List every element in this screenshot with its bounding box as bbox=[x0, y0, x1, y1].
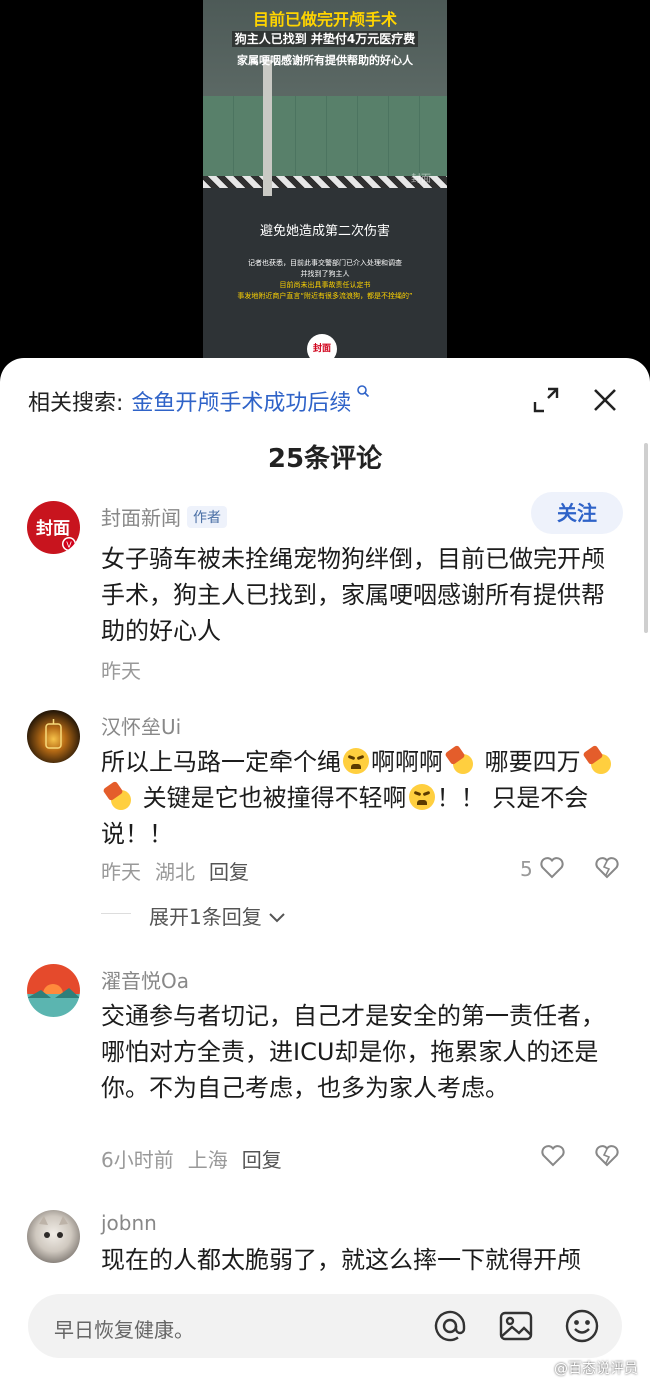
video-caption-3: 家属哽咽感谢所有提供帮助的好心人 bbox=[237, 54, 413, 67]
angry-hammer-emoji-icon bbox=[583, 748, 613, 774]
comment-text: 所以上马路一定牵个绳 啊啊啊 哪要四万 关键是它也被撞得不轻啊！！ 只是不会说！！ bbox=[101, 744, 621, 852]
heart-icon bbox=[539, 857, 565, 881]
heart-icon bbox=[540, 1145, 566, 1169]
video-fence bbox=[203, 96, 447, 176]
angry-hammer-emoji-icon bbox=[445, 748, 475, 774]
image-icon[interactable] bbox=[498, 1308, 534, 1344]
dislike-icon[interactable] bbox=[594, 856, 620, 884]
video-note-3: 目前尚未出具事故责任认定书 bbox=[279, 281, 371, 289]
like-count: 5 bbox=[520, 857, 533, 881]
comment-text: 女子骑车被未拴绳宠物狗绊倒，目前已做完开颅手术，狗主人已找到，家属哽咽感谢所有提… bbox=[101, 545, 605, 645]
video-note-1: 记者也获悉，目前此事交警部门已介入处理和调查 bbox=[248, 259, 402, 267]
svg-text:封面: 封面 bbox=[36, 518, 70, 539]
comment-username[interactable]: 汉怀垒Ui bbox=[101, 711, 181, 740]
chevron-down-icon bbox=[268, 905, 286, 929]
comment-text: 现在的人都太脆弱了，就这么摔一下就得开颅 bbox=[101, 1246, 581, 1274]
comment-location: 上海 bbox=[187, 1148, 228, 1172]
comment-sheet: 相关搜索: 金鱼开颅手术成功后续 25条评论 封面 V 封面新闻作者 关注 女子… bbox=[0, 358, 650, 1390]
comment-meta: 昨天 bbox=[101, 655, 141, 684]
angry-hammer-emoji-icon bbox=[103, 784, 133, 810]
comment-time: 昨天 bbox=[101, 659, 141, 683]
svg-text:V: V bbox=[66, 541, 72, 550]
video-note-2: 并找到了狗主人 bbox=[300, 270, 350, 278]
video-caption-2: 狗主人已找到 并垫付4万元医疗费 bbox=[203, 30, 447, 47]
avatar[interactable] bbox=[27, 1210, 80, 1263]
avatar[interactable] bbox=[27, 964, 80, 1017]
comment-username[interactable]: 封面新闻 作者 bbox=[101, 502, 227, 531]
emoji-icon[interactable] bbox=[564, 1308, 600, 1344]
reply-button[interactable]: 回复 bbox=[209, 860, 249, 884]
divider bbox=[101, 913, 131, 914]
comment-location: 湖北 bbox=[155, 860, 195, 884]
follow-button[interactable]: 关注 bbox=[531, 492, 623, 534]
expand-replies-button[interactable]: 展开1条回复 bbox=[149, 901, 286, 930]
video-watermark: 封面 bbox=[411, 174, 431, 185]
avatar[interactable] bbox=[27, 710, 80, 763]
comment-username[interactable]: jobnn bbox=[101, 1211, 157, 1235]
reply-button[interactable]: 回复 bbox=[242, 1148, 282, 1172]
video-player[interactable]: 封面 目前已做完开颅手术 狗主人已找到 并垫付4万元医疗费 家属哽咽感谢所有提供… bbox=[203, 0, 447, 380]
comment-list: 封面 V 封面新闻 作者 关注 女子骑车被未拴绳宠物狗绊倒，目前已做完开颅手术，狗… bbox=[0, 358, 650, 1288]
video-note-4: 事发地附近商户直言“附近有很多流浪狗，都是不拴绳的” bbox=[237, 292, 413, 300]
comment-input[interactable]: 早日恢复健康。 bbox=[54, 1314, 194, 1343]
comment-time: 6小时前 bbox=[101, 1148, 174, 1172]
dislike-icon[interactable] bbox=[594, 1144, 620, 1172]
like-button[interactable] bbox=[540, 1144, 566, 1169]
comment-time: 昨天 bbox=[101, 860, 141, 884]
source-watermark: @百态说评员 bbox=[554, 1361, 638, 1377]
comment-username[interactable]: 濯音悦Oa bbox=[101, 965, 189, 994]
avatar[interactable]: 封面 V bbox=[27, 501, 80, 554]
comment-meta: 6小时前 上海 回复 bbox=[101, 1144, 282, 1173]
video-headline: 目前已做完开颅手术 bbox=[252, 10, 397, 29]
comment-text: 交通参与者切记，自己才是安全的第一责任者，哪怕对方全责，进ICU却是你，拖累家人… bbox=[101, 1002, 605, 1102]
video-pole bbox=[263, 60, 272, 196]
comment-input-bar[interactable]: 早日恢复健康。 bbox=[28, 1294, 622, 1358]
author-tag: 作者 bbox=[187, 506, 227, 528]
like-button[interactable]: 5 bbox=[520, 856, 565, 881]
video-subtitle: 避免她造成第二次伤害 bbox=[259, 224, 390, 239]
tired-face-emoji-icon bbox=[408, 784, 435, 810]
comment-meta: 昨天 湖北 回复 bbox=[101, 856, 249, 885]
tired-face-emoji-icon bbox=[343, 748, 369, 774]
at-icon[interactable] bbox=[432, 1308, 468, 1344]
